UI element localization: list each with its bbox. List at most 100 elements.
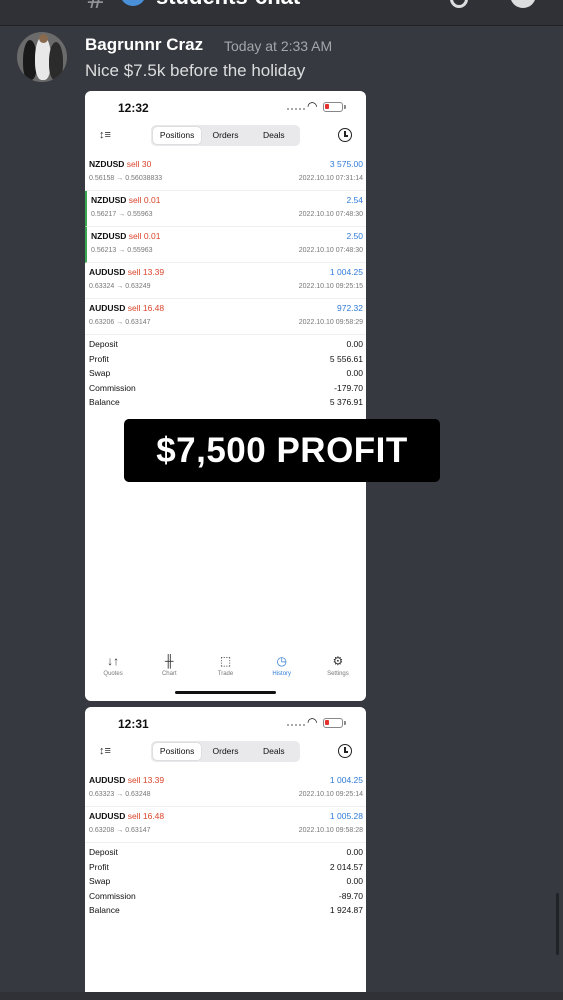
trade-side: sell 16.48	[127, 811, 165, 821]
summary-label: Swap	[89, 368, 111, 378]
summary-row: Commission -179.70	[89, 383, 363, 398]
chart-icon: ╫	[165, 654, 174, 668]
trade-row[interactable]: NZDUSD sell 0.01 2.50 0.56213 → 0.55963 202…	[85, 227, 366, 263]
quotes-icon: ↓↑	[107, 654, 120, 668]
avatar[interactable]	[17, 32, 67, 82]
trade-datetime: 2022.10.10 07:48:30	[298, 247, 363, 254]
sort-icon[interactable]: ↕≡	[99, 129, 111, 141]
clock-icon[interactable]	[338, 128, 352, 142]
trade-symbol: AUDUSD sell 13.39	[89, 775, 165, 785]
summary-row: Swap 0.00	[89, 876, 363, 891]
summary-label: Commission	[89, 890, 136, 901]
trade-profit: 972.32	[337, 303, 363, 313]
tab-row: ↕≡ Positions Orders Deals	[85, 125, 366, 149]
trade-side: sell 0.01	[128, 231, 161, 241]
channel-header: # students-chat	[0, 0, 563, 26]
summary-value: 0.00	[346, 339, 363, 349]
tab-deals[interactable]: Deals	[250, 743, 298, 760]
trade-datetime: 2022.10.10 09:58:29	[298, 319, 363, 326]
trade-profit: 1 004.25	[329, 267, 363, 277]
summary-label: Balance	[89, 905, 120, 915]
nav-label: Chart	[161, 671, 177, 677]
trade-side: sell 0.01	[128, 195, 161, 205]
trade-row[interactable]: AUDUSD sell 13.39 1 004.25 0.63323 → 0.632…	[85, 771, 366, 807]
trade-symbol: NZDUSD sell 0.01	[91, 195, 161, 205]
trade-profit: 2.54	[346, 195, 363, 205]
attachment-image-1[interactable]: 12:32 ◠ ↕≡ Positions Orders Deals NZDUSD s…	[85, 91, 366, 701]
summary-row: Profit 5 556.61	[89, 354, 363, 369]
attachment-image-2[interactable]: 12:31 ◠ ↕≡ Positions Orders Deals AUDUSD s…	[85, 707, 366, 1000]
wifi-icon: ◠	[307, 715, 318, 729]
channel-emoji-icon	[120, 0, 146, 6]
trade-row[interactable]: AUDUSD sell 16.48 972.32 0.63206 → 0.63147…	[85, 299, 366, 335]
trade-list: NZDUSD sell 30 3 575.00 0.56158 → 0.560388…	[85, 155, 366, 335]
nav-trade[interactable]: ⬚ Trade	[197, 651, 253, 691]
trade-symbol: NZDUSD sell 30	[89, 159, 152, 169]
tab-deals[interactable]: Deals	[250, 127, 298, 144]
nav-settings[interactable]: ⚙ Settings	[310, 651, 366, 691]
channel-name[interactable]: students-chat	[156, 0, 300, 10]
profit-banner: $7,500 PROFIT	[124, 419, 440, 482]
nav-history[interactable]: ◷ History	[254, 651, 310, 691]
scrollbar[interactable]	[556, 893, 559, 955]
trade-datetime: 2022.10.10 07:31:14	[298, 175, 363, 182]
segmented-tabs: Positions Orders Deals	[151, 741, 300, 762]
trade-list: AUDUSD sell 13.39 1 004.25 0.63323 → 0.632…	[85, 771, 366, 843]
trade-symbol: NZDUSD sell 0.01	[91, 231, 161, 241]
tab-positions[interactable]: Positions	[153, 743, 202, 760]
trade-prices: 0.63323 → 0.63248	[89, 791, 151, 798]
trade-prices: 0.63208 → 0.63147	[89, 827, 151, 834]
sort-icon[interactable]: ↕≡	[99, 745, 111, 757]
summary-value: 0.00	[346, 368, 363, 378]
summary-label: Swap	[89, 876, 111, 886]
trade-icon: ⬚	[219, 654, 232, 668]
summary-label: Deposit	[89, 847, 118, 857]
trade-datetime: 2022.10.10 09:25:15	[298, 283, 363, 290]
signal-icon	[287, 108, 305, 110]
clock-icon[interactable]	[338, 744, 352, 758]
summary-value: 5 376.91	[329, 397, 363, 407]
nav-chart[interactable]: ╫ Chart	[141, 651, 197, 691]
trade-profit: 1 004.25	[329, 775, 363, 785]
trade-prices: 0.56158 → 0.56038833	[89, 175, 163, 182]
trade-datetime: 2022.10.10 09:25:14	[298, 791, 363, 798]
message-timestamp: Today at 2:33 AM	[224, 38, 333, 54]
trade-prices: 0.56213 → 0.55963	[91, 247, 153, 254]
search-icon[interactable]	[450, 0, 468, 8]
trade-side: sell 13.39	[127, 775, 165, 785]
trade-side: sell 16.48	[127, 303, 165, 313]
battery-icon	[323, 718, 346, 728]
trade-row[interactable]: NZDUSD sell 0.01 2.54 0.56217 → 0.55963 202…	[85, 191, 366, 227]
trade-profit: 2.50	[346, 231, 363, 241]
nav-quotes[interactable]: ↓↑ Quotes	[85, 651, 141, 691]
trade-prices: 0.63324 → 0.63249	[89, 283, 151, 290]
summary-value: 2 014.57	[329, 861, 363, 872]
signal-icon	[287, 724, 305, 726]
tab-orders[interactable]: Orders	[201, 743, 249, 760]
trade-symbol: AUDUSD sell 16.48	[89, 811, 165, 821]
settings-icon: ⚙	[332, 654, 344, 668]
trade-side: sell 13.39	[127, 267, 165, 277]
tab-orders[interactable]: Orders	[201, 127, 249, 144]
members-icon[interactable]	[510, 0, 536, 8]
trade-row[interactable]: AUDUSD sell 13.39 1 004.25 0.63324 → 0.632…	[85, 263, 366, 299]
summary-label: Balance	[89, 397, 120, 407]
summary-row: Deposit 0.00	[89, 339, 363, 354]
tab-positions[interactable]: Positions	[153, 127, 202, 144]
message-author[interactable]: Bagrunnr Craz	[85, 35, 203, 55]
trade-symbol: AUDUSD sell 16.48	[89, 303, 165, 313]
summary-label: Deposit	[89, 339, 118, 349]
segmented-tabs: Positions Orders Deals	[151, 125, 300, 146]
trade-prices: 0.56217 → 0.55963	[91, 211, 153, 218]
phone-clock: 12:32	[118, 101, 149, 115]
trade-profit: 1 005.28	[329, 811, 363, 821]
summary-row: Deposit 0.00	[89, 847, 363, 862]
trade-datetime: 2022.10.10 07:48:30	[298, 211, 363, 218]
summary-label: Profit	[89, 353, 109, 364]
account-summary: Deposit 0.00 Profit 2 014.57 Swap 0.00 Commiss…	[85, 843, 366, 920]
trade-row[interactable]: NZDUSD sell 30 3 575.00 0.56158 → 0.560388…	[85, 155, 366, 191]
trade-side: sell 30	[126, 159, 152, 169]
trade-row[interactable]: AUDUSD sell 16.48 1 005.28 0.63208 → 0.631…	[85, 807, 366, 843]
trade-symbol: AUDUSD sell 13.39	[89, 267, 165, 277]
nav-label: History	[272, 671, 292, 677]
